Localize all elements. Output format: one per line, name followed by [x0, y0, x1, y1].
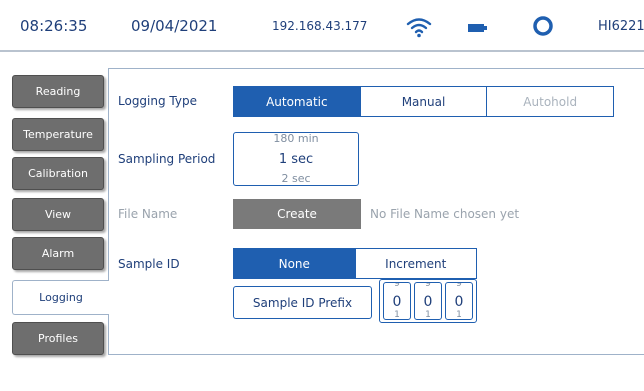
digit-1-up: 9	[394, 282, 400, 289]
digit-1-down: 1	[394, 310, 400, 320]
digit-1-value: 0	[392, 294, 402, 310]
wifi-icon	[406, 18, 432, 38]
ip-address: 192.168.43.177	[272, 19, 368, 33]
status-bar: 08:26:35 09/04/2021 192.168.43.177 HI622…	[0, 0, 644, 52]
digit-2-up: 9	[425, 282, 431, 289]
sample-id-label: Sample ID	[118, 257, 180, 271]
sampling-period-next: 2 sec	[281, 172, 311, 185]
sample-id-digit-3[interactable]: 9 0 1	[445, 282, 473, 320]
logging-type-automatic[interactable]: Automatic	[234, 87, 361, 116]
sampling-period-prev: 180 min	[273, 132, 319, 145]
record-status-icon	[533, 16, 553, 36]
file-name-label: File Name	[118, 207, 178, 221]
clock-time: 08:26:35	[20, 17, 88, 35]
tab-view[interactable]: View	[12, 198, 104, 231]
digit-3-down: 1	[456, 310, 462, 320]
sampling-period-label: Sampling Period	[118, 152, 216, 166]
tab-calibration[interactable]: Calibration	[12, 157, 104, 190]
tab-reading[interactable]: Reading	[12, 75, 104, 108]
tab-profiles[interactable]: Profiles	[12, 322, 104, 355]
file-name-hint: No File Name chosen yet	[370, 207, 520, 221]
tab-temperature[interactable]: Temperature	[12, 118, 104, 151]
battery-icon	[468, 24, 487, 32]
create-file-button[interactable]: Create	[233, 199, 361, 229]
sample-id-digit-2[interactable]: 9 0 1	[414, 282, 442, 320]
logging-type-selector: Automatic Manual Autohold	[233, 86, 614, 117]
digit-2-down: 1	[425, 310, 431, 320]
digit-3-value: 0	[454, 294, 464, 310]
digit-3-up: 9	[456, 282, 462, 289]
sample-id-selector: None Increment	[233, 248, 477, 279]
tab-logging[interactable]: Logging	[12, 280, 109, 315]
logging-type-manual[interactable]: Manual	[361, 87, 488, 116]
logging-type-label: Logging Type	[118, 94, 197, 108]
sampling-period-value: 1 sec	[278, 152, 314, 167]
clock-date: 09/04/2021	[131, 17, 218, 35]
logging-type-autohold[interactable]: Autohold	[487, 87, 613, 116]
sample-id-prefix-button[interactable]: Sample ID Prefix	[233, 286, 372, 319]
sample-id-increment[interactable]: Increment	[356, 249, 477, 278]
tab-alarm[interactable]: Alarm	[12, 237, 104, 270]
sampling-period-roller[interactable]: 180 min 1 sec 2 sec	[233, 132, 359, 186]
sample-id-digit-1[interactable]: 9 0 1	[383, 282, 411, 320]
model-name: HI6221	[598, 19, 644, 34]
sample-id-none[interactable]: None	[234, 249, 356, 278]
digit-2-value: 0	[423, 294, 433, 310]
